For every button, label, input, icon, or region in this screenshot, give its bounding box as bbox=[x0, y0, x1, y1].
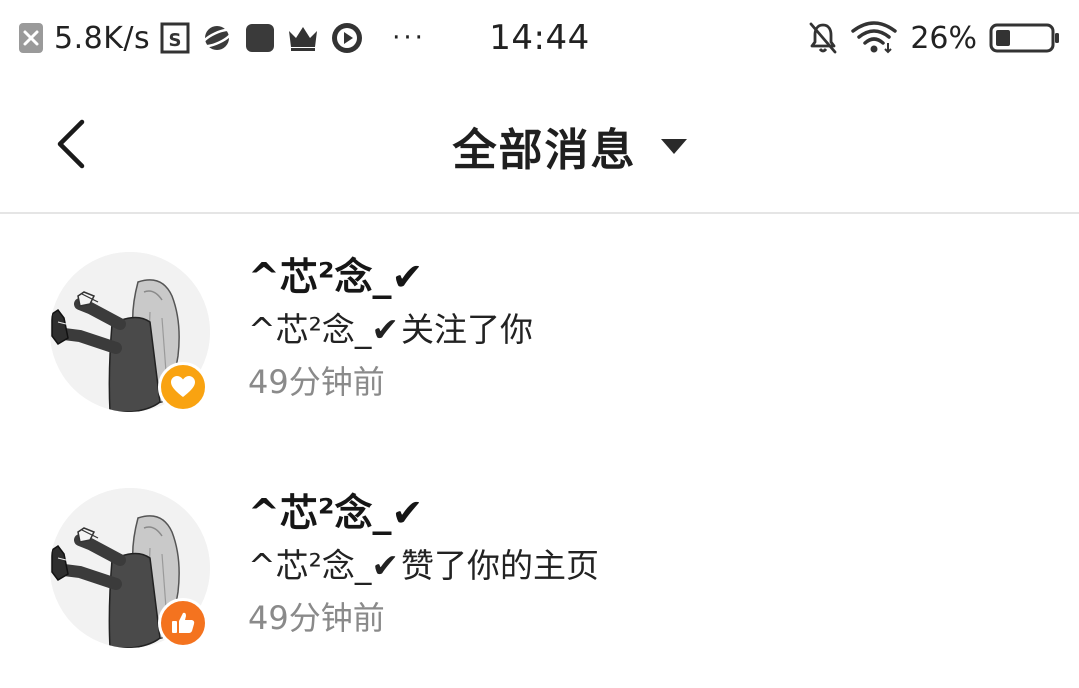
action-text: 关注了你 bbox=[401, 310, 534, 349]
message-text: ^芯²念_✔ ^芯²念_✔赞了你的主页 49分钟前 bbox=[248, 488, 599, 644]
follow-badge bbox=[158, 362, 208, 412]
heart-icon bbox=[171, 376, 195, 397]
timestamp: 49分钟前 bbox=[248, 599, 385, 637]
sender-name-inline[interactable]: ^芯²念_✔ bbox=[248, 546, 399, 585]
message-item-like[interactable]: ^芯²念_✔ ^芯²念_✔赞了你的主页 49分钟前 bbox=[0, 452, 1079, 688]
status-bar: 5.8K/s S ··· 14:44 26% bbox=[0, 0, 1079, 76]
message-item-follow[interactable]: ^芯²念_✔ ^芯²念_✔关注了你 49分钟前 bbox=[0, 216, 1079, 452]
sender-name[interactable]: ^芯²念_✔ bbox=[248, 488, 599, 538]
message-description: ^芯²念_✔关注了你 bbox=[248, 304, 533, 356]
sender-name-inline[interactable]: ^芯²念_✔ bbox=[248, 310, 399, 349]
page-title: 全部消息 bbox=[452, 125, 637, 176]
battery-icon bbox=[989, 22, 1061, 54]
like-badge bbox=[158, 598, 208, 648]
bell-off-icon bbox=[808, 21, 838, 55]
message-list: ^芯²念_✔ ^芯²念_✔关注了你 49分钟前 ^芯²念_✔ ^芯²念_✔赞了你… bbox=[0, 216, 1079, 688]
sender-name[interactable]: ^芯²念_✔ bbox=[248, 252, 533, 302]
message-text: ^芯²念_✔ ^芯²念_✔关注了你 49分钟前 bbox=[248, 252, 533, 408]
thumbs-up-icon bbox=[172, 612, 195, 633]
action-text: 赞了你的主页 bbox=[401, 546, 600, 585]
message-description: ^芯²念_✔赞了你的主页 bbox=[248, 540, 599, 592]
status-right: 26% bbox=[808, 18, 1061, 58]
battery-percent: 26% bbox=[910, 20, 977, 56]
wifi-icon bbox=[850, 21, 898, 55]
caret-down-icon bbox=[660, 138, 687, 154]
message-filter-dropdown[interactable]: 全部消息 bbox=[0, 116, 1079, 176]
timestamp: 49分钟前 bbox=[248, 363, 385, 401]
nav-bar: 全部消息 bbox=[0, 76, 1079, 214]
